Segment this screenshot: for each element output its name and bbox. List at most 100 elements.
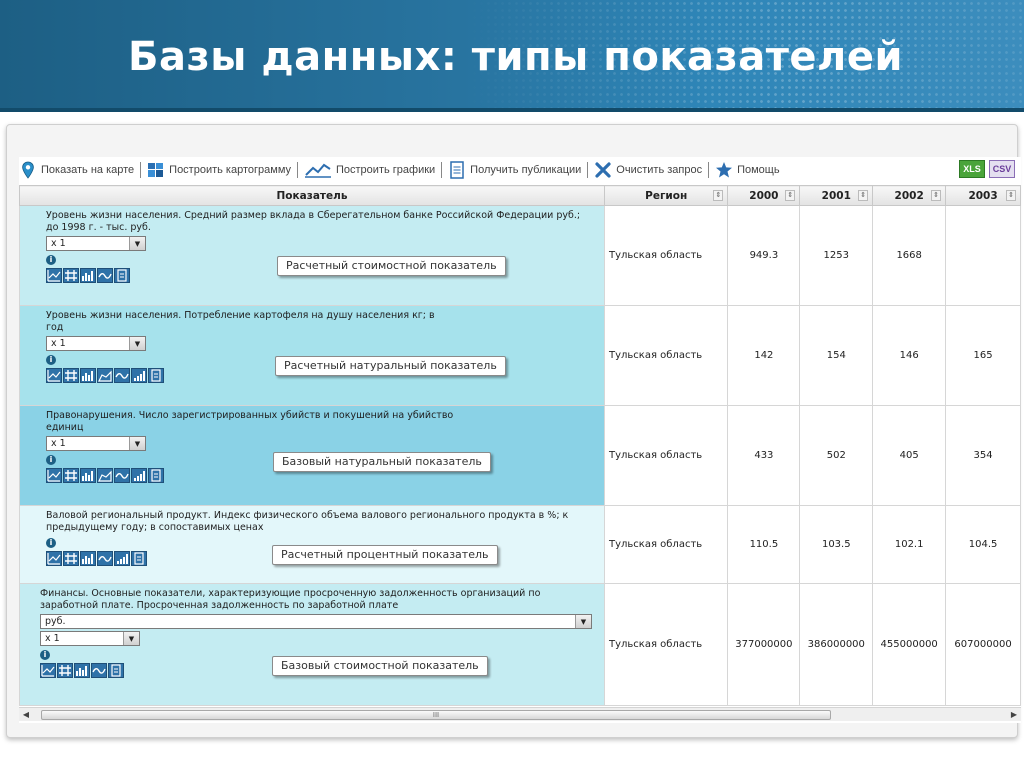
info-icon[interactable]: i <box>46 538 56 548</box>
document-tool-icon[interactable] <box>148 368 164 383</box>
indicator-cell: Уровень жизни населения. Потребление кар… <box>19 305 605 406</box>
wave-chart-tool-icon[interactable] <box>97 551 113 566</box>
table-row: Правонарушения. Число зарегистрированных… <box>19 405 1021 506</box>
area-chart-tool-icon[interactable] <box>97 368 113 383</box>
wave-chart-tool-icon[interactable] <box>97 268 113 283</box>
region-cell: Тульская область <box>603 405 729 506</box>
wave-chart-tool-icon[interactable] <box>114 368 130 383</box>
grid-tool-icon[interactable] <box>57 663 73 678</box>
wave-chart-tool-icon[interactable] <box>114 468 130 483</box>
unit-select[interactable]: руб. ▼ <box>40 614 592 629</box>
help-button[interactable]: Помощь <box>715 159 780 181</box>
indicator-cell: Финансы. Основные показатели, характериз… <box>19 583 605 706</box>
export-csv-button[interactable]: CSV <box>989 160 1015 178</box>
line-chart-tool-icon[interactable] <box>46 268 62 283</box>
horizontal-scrollbar[interactable]: ◀ III ▶ <box>19 707 1021 721</box>
document-tool-icon[interactable] <box>148 468 164 483</box>
document-tool-icon[interactable] <box>114 268 130 283</box>
export-xls-button[interactable]: XLS <box>959 160 985 178</box>
value-cell <box>945 205 1021 306</box>
column-header-year-label: 2000 <box>749 189 779 202</box>
column-header-region[interactable]: Регион ⇕ <box>603 185 729 206</box>
column-header-indicator-label: Показатель <box>276 189 348 202</box>
scroll-left-icon[interactable]: ◀ <box>19 708 33 722</box>
show-on-map-button[interactable]: Показать на карте <box>19 159 134 181</box>
value-cell: 102.1 <box>872 505 947 584</box>
sort-icon[interactable]: ⇕ <box>931 190 942 201</box>
bar-chart-tool-icon[interactable] <box>80 368 96 383</box>
table-header-row: Показатель Регион ⇕ 2000 ⇕ 2001 ⇕ 2002 ⇕ 200… <box>19 185 1021 206</box>
bar-chart-tool-icon[interactable] <box>80 268 96 283</box>
scale-select[interactable]: х 1 ▼ <box>40 631 140 646</box>
export-buttons: XLS CSV <box>959 160 1015 178</box>
slide-title: Базы данных: типы показателей <box>128 34 903 80</box>
info-icon[interactable]: i <box>46 355 56 365</box>
clear-query-button[interactable]: Очистить запрос <box>594 159 702 181</box>
region-cell: Тульская область <box>603 583 729 706</box>
column-header-2003[interactable]: 2003 ⇕ <box>945 185 1021 206</box>
value-cell: 455000000 <box>872 583 947 706</box>
line-chart-tool-icon[interactable] <box>40 663 56 678</box>
toolbar-divider <box>441 162 443 178</box>
column-header-2001[interactable]: 2001 ⇕ <box>799 185 874 206</box>
line-chart-tool-icon[interactable] <box>46 468 62 483</box>
bar-chart-tool-icon[interactable] <box>74 663 90 678</box>
column-header-2002[interactable]: 2002 ⇕ <box>872 185 947 206</box>
column-header-indicator[interactable]: Показатель <box>19 185 605 206</box>
grid-tool-icon[interactable] <box>63 551 79 566</box>
bar-chart-tool-icon[interactable] <box>80 551 96 566</box>
scale-select-value: х 1 <box>51 238 66 249</box>
column-header-2000[interactable]: 2000 ⇕ <box>727 185 801 206</box>
line-chart-tool-icon[interactable] <box>46 551 62 566</box>
value-cell: 377000000 <box>727 583 801 706</box>
grid-tool-icon[interactable] <box>63 368 79 383</box>
chevron-down-icon: ▼ <box>575 615 591 628</box>
document-tool-icon[interactable] <box>108 663 124 678</box>
line-chart-icon <box>305 163 331 178</box>
indicator-text: Уровень жизни населения. Средний размер … <box>46 210 581 233</box>
indicators-table: Показатель Регион ⇕ 2000 ⇕ 2001 ⇕ 2002 ⇕ 200… <box>19 185 1021 706</box>
column-chart-tool-icon[interactable] <box>114 551 130 566</box>
grid-tool-icon[interactable] <box>63 468 79 483</box>
sort-icon[interactable]: ⇕ <box>858 190 869 201</box>
sort-icon[interactable]: ⇕ <box>713 190 724 201</box>
column-chart-tool-icon[interactable] <box>131 368 147 383</box>
info-icon[interactable]: i <box>46 455 56 465</box>
column-chart-tool-icon[interactable] <box>131 468 147 483</box>
line-chart-tool-icon[interactable] <box>46 368 62 383</box>
value-cell: 165 <box>945 305 1021 406</box>
sort-icon[interactable]: ⇕ <box>785 190 796 201</box>
toolbar-divider <box>297 162 298 178</box>
document-tool-icon[interactable] <box>131 551 147 566</box>
bar-chart-tool-icon[interactable] <box>80 468 96 483</box>
wave-chart-tool-icon[interactable] <box>91 663 107 678</box>
grid-tool-icon[interactable] <box>63 268 79 283</box>
get-publications-button[interactable]: Получить публикации <box>448 159 581 181</box>
indicator-type-callout: Расчетный натуральный показатель <box>275 356 506 376</box>
sort-icon[interactable]: ⇕ <box>1006 190 1016 201</box>
scale-select[interactable]: х 1 ▼ <box>46 336 146 351</box>
indicator-cell: Валовой региональный продукт. Индекс физ… <box>19 505 605 584</box>
unit-select-value: руб. <box>45 616 66 627</box>
value-cell: 103.5 <box>799 505 874 584</box>
scale-select[interactable]: х 1 ▼ <box>46 436 146 451</box>
scale-select-value: х 1 <box>51 338 66 349</box>
scale-select[interactable]: х 1 ▼ <box>46 236 146 251</box>
scroll-right-icon[interactable]: ▶ <box>1007 708 1021 722</box>
chevron-down-icon: ▼ <box>129 337 145 350</box>
info-icon[interactable]: i <box>46 255 56 265</box>
area-chart-tool-icon[interactable] <box>97 468 113 483</box>
cartogram-icon <box>148 163 164 177</box>
value-cell: 502 <box>799 405 874 506</box>
build-cartogram-button[interactable]: Построить картограмму <box>147 159 291 181</box>
value-cell: 154 <box>799 305 874 406</box>
column-header-year-label: 2003 <box>968 189 998 202</box>
show-on-map-label: Показать на карте <box>41 164 135 176</box>
build-cartogram-label: Построить картограмму <box>169 164 291 176</box>
info-icon[interactable]: i <box>40 650 50 660</box>
value-cell: 104.5 <box>945 505 1021 584</box>
toolbar-divider <box>140 162 142 178</box>
indicator-cell: Правонарушения. Число зарегистрированных… <box>19 405 605 506</box>
build-charts-button[interactable]: Построить графики <box>304 159 435 181</box>
scrollbar-thumb[interactable]: III <box>41 710 831 720</box>
